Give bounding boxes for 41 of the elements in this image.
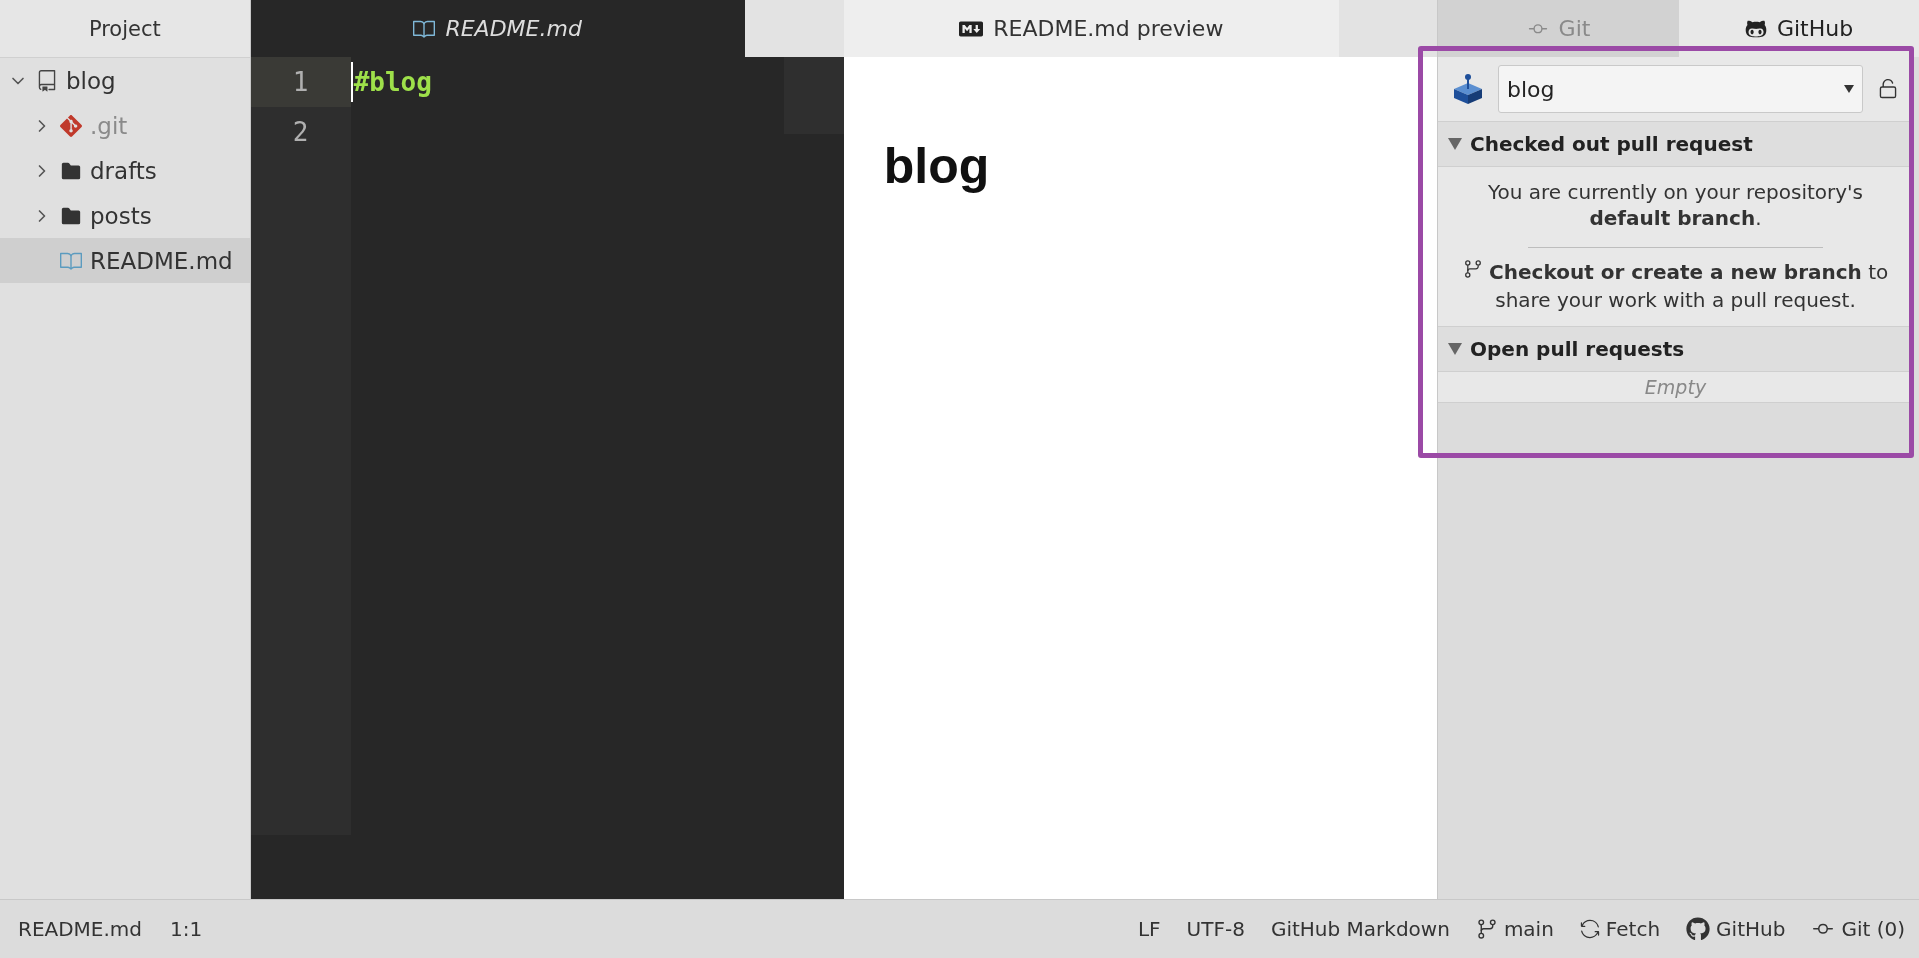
sync-icon <box>1579 919 1600 939</box>
tree-label: blog <box>66 67 116 94</box>
tree-label: .git <box>90 112 128 139</box>
line-number: 2 <box>291 116 310 149</box>
tree-item[interactable]: blog <box>0 58 250 103</box>
code-text: #blog <box>353 67 432 97</box>
tree-item[interactable]: posts <box>0 193 250 238</box>
repo-icon <box>36 69 58 92</box>
status-item[interactable]: Fetch <box>1579 917 1661 941</box>
repository-select[interactable]: blog <box>1498 65 1863 113</box>
branch-icon <box>1475 918 1498 940</box>
dropdown-caret-icon <box>1844 85 1854 93</box>
status-item[interactable]: GitHub Markdown <box>1270 917 1450 941</box>
status-item[interactable]: UTF-8 <box>1186 917 1245 941</box>
status-text[interactable]: README.md <box>18 917 143 941</box>
branch-icon <box>1462 259 1483 279</box>
editor-tab[interactable]: README.md <box>250 0 745 57</box>
tree-label: drafts <box>90 157 157 184</box>
repository-icon <box>1452 73 1484 105</box>
preview-heading: blog <box>883 137 991 195</box>
hint-text: Checkout or create a new branch to share your work with a pull request. <box>1438 252 1913 326</box>
status-item[interactable]: Git (0) <box>1811 917 1905 941</box>
unlock-icon[interactable] <box>1877 78 1899 100</box>
tree-label: README.md <box>90 247 233 274</box>
tree-item[interactable]: drafts <box>0 148 250 193</box>
disclosure-triangle-icon[interactable] <box>1448 343 1462 355</box>
tree-label: posts <box>90 202 152 229</box>
github-icon <box>1686 917 1711 941</box>
status-text[interactable]: 1:1 <box>170 917 203 941</box>
checkout-link[interactable]: Checkout or create a new branch <box>1489 260 1862 284</box>
panel-title: Project <box>0 0 250 58</box>
status-item[interactable]: GitHub <box>1686 917 1786 941</box>
status-message: You are currently on your repository's default branch. <box>1486 179 1865 232</box>
line-number: 1 <box>250 57 351 107</box>
preview-tab[interactable]: README.md preview <box>843 0 1339 57</box>
git-icon <box>60 114 82 137</box>
empty-label: Empty <box>1438 372 1913 403</box>
tree-item[interactable]: README.md <box>0 238 250 283</box>
status-item[interactable]: main <box>1475 917 1554 941</box>
status-item[interactable]: LF <box>1137 917 1161 941</box>
disclosure-triangle-icon[interactable] <box>1448 138 1462 150</box>
